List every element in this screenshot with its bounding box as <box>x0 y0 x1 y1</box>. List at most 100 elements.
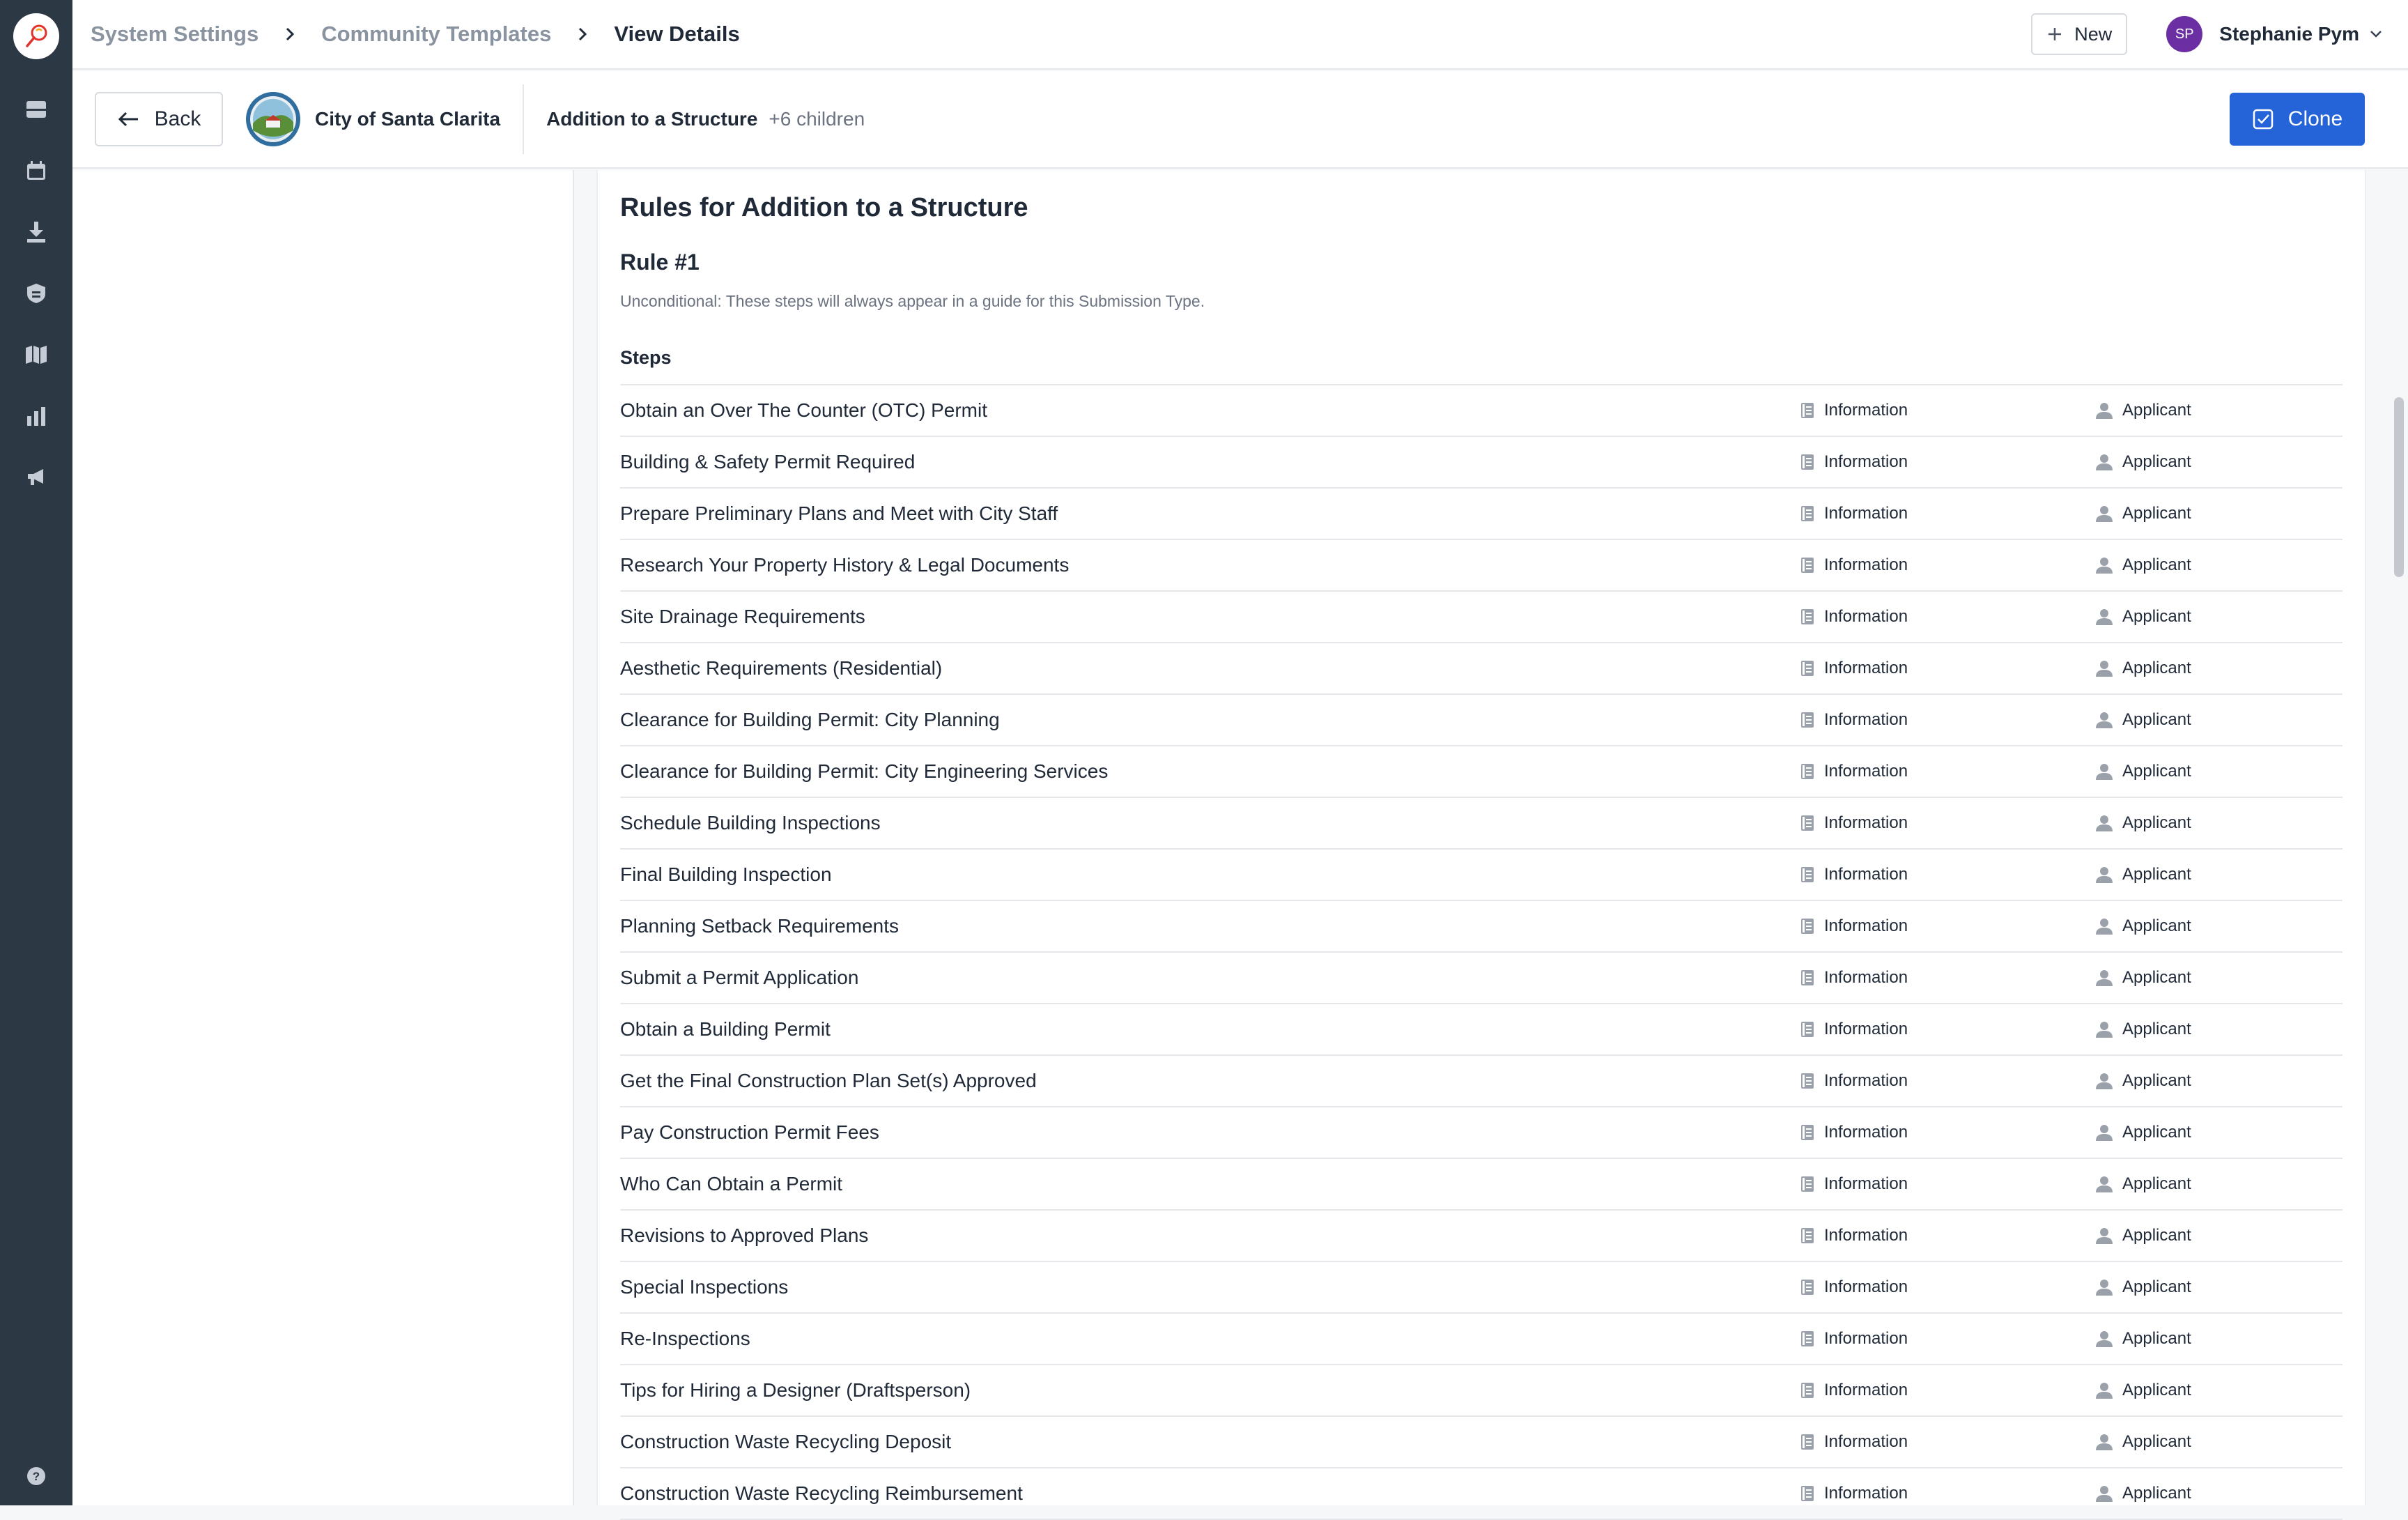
step-type-label: Information <box>1824 1329 1908 1349</box>
breadcrumb-community-templates[interactable]: Community Templates <box>321 22 551 47</box>
nav-announcements[interactable] <box>0 447 72 508</box>
step-row[interactable]: Special Inspections Information Applican… <box>620 1262 2343 1314</box>
step-name[interactable]: Site Drainage Requirements <box>620 606 865 628</box>
step-row[interactable]: Who Can Obtain a Permit Information Appl… <box>620 1159 2343 1211</box>
document-icon <box>1800 763 1814 780</box>
step-role: Applicant <box>2096 452 2191 472</box>
step-row[interactable]: Construction Waste Recycling Deposit Inf… <box>620 1417 2343 1468</box>
step-role: Applicant <box>2096 401 2191 420</box>
step-name[interactable]: Schedule Building Inspections <box>620 812 881 834</box>
avatar[interactable]: SP <box>2166 16 2202 52</box>
document-icon <box>1800 1227 1814 1244</box>
step-name[interactable]: Clearance for Building Permit: City Engi… <box>620 760 1108 783</box>
chevron-down-icon[interactable] <box>2369 29 2383 39</box>
step-name[interactable]: Aesthetic Requirements (Residential) <box>620 657 942 680</box>
step-name[interactable]: Building & Safety Permit Required <box>620 451 915 473</box>
step-row[interactable]: Re-Inspections Information Applicant <box>620 1314 2343 1365</box>
step-type: Information <box>1800 1484 1908 1503</box>
logo-icon <box>21 21 52 52</box>
nav-inbox[interactable] <box>0 79 72 140</box>
city-seal-icon <box>245 91 301 147</box>
breadcrumb-system-settings[interactable]: System Settings <box>91 22 258 47</box>
step-row[interactable]: Tips for Hiring a Designer (Draftsperson… <box>620 1365 2343 1417</box>
step-type-label: Information <box>1824 659 1908 678</box>
step-name[interactable]: Pay Construction Permit Fees <box>620 1121 879 1144</box>
step-name[interactable]: Tips for Hiring a Designer (Draftsperson… <box>620 1379 971 1402</box>
step-name[interactable]: Who Can Obtain a Permit <box>620 1173 842 1195</box>
scrollbar-thumb[interactable] <box>2394 397 2404 577</box>
step-type-label: Information <box>1824 504 1908 523</box>
divider <box>523 84 524 154</box>
step-type-label: Information <box>1824 555 1908 575</box>
step-type-label: Information <box>1824 1020 1908 1039</box>
step-role: Applicant <box>2096 1432 2191 1452</box>
step-role-label: Applicant <box>2122 916 2191 936</box>
step-type-label: Information <box>1824 1174 1908 1194</box>
step-name[interactable]: Special Inspections <box>620 1276 788 1298</box>
nav-calendar[interactable] <box>0 140 72 201</box>
step-row[interactable]: Submit a Permit Application Information … <box>620 953 2343 1004</box>
children-count[interactable]: +6 children <box>769 108 865 130</box>
step-row[interactable]: Schedule Building Inspections Informatio… <box>620 798 2343 850</box>
step-role-label: Applicant <box>2122 1071 2191 1091</box>
step-type-label: Information <box>1824 401 1908 420</box>
step-row[interactable]: Obtain a Building Permit Information App… <box>620 1004 2343 1056</box>
step-row[interactable]: Prepare Preliminary Plans and Meet with … <box>620 489 2343 540</box>
step-name[interactable]: Final Building Inspection <box>620 863 832 886</box>
step-row[interactable]: Final Building Inspection Information Ap… <box>620 850 2343 901</box>
document-icon <box>1800 1382 1814 1399</box>
nav-map[interactable] <box>0 324 72 385</box>
step-name[interactable]: Clearance for Building Permit: City Plan… <box>620 709 1000 731</box>
step-row[interactable]: Research Your Property History & Legal D… <box>620 540 2343 592</box>
app-logo[interactable] <box>13 13 59 59</box>
step-role: Applicant <box>2096 1123 2191 1142</box>
document-icon <box>1800 1021 1814 1038</box>
step-row[interactable]: Planning Setback Requirements Informatio… <box>620 901 2343 953</box>
step-row[interactable]: Construction Waste Recycling Reimburseme… <box>620 1468 2343 1520</box>
step-name[interactable]: Research Your Property History & Legal D… <box>620 554 1069 576</box>
nav-reports[interactable] <box>0 385 72 447</box>
rule-description: Unconditional: These steps will always a… <box>620 292 2343 311</box>
step-row[interactable]: Building & Safety Permit Required Inform… <box>620 437 2343 489</box>
step-name[interactable]: Get the Final Construction Plan Set(s) A… <box>620 1070 1037 1092</box>
step-role-label: Applicant <box>2122 659 2191 678</box>
step-name[interactable]: Obtain an Over The Counter (OTC) Permit <box>620 399 987 422</box>
step-name[interactable]: Construction Waste Recycling Deposit <box>620 1431 951 1453</box>
help-button[interactable]: ? <box>0 1466 72 1486</box>
step-name[interactable]: Obtain a Building Permit <box>620 1018 831 1041</box>
step-role: Applicant <box>2096 607 2191 627</box>
step-role-label: Applicant <box>2122 1329 2191 1349</box>
submission-type-title: Addition to a Structure <box>546 108 757 130</box>
step-row[interactable]: Pay Construction Permit Fees Information… <box>620 1107 2343 1159</box>
step-type: Information <box>1800 710 1908 730</box>
step-name[interactable]: Construction Waste Recycling Reimburseme… <box>620 1482 1023 1505</box>
step-type-label: Information <box>1824 813 1908 833</box>
back-button[interactable]: Back <box>95 92 223 146</box>
clone-button[interactable]: Clone <box>2230 93 2365 146</box>
nav-permits[interactable] <box>0 263 72 324</box>
step-type-label: Information <box>1824 1381 1908 1400</box>
step-name[interactable]: Re-Inspections <box>620 1328 750 1350</box>
step-row[interactable]: Obtain an Over The Counter (OTC) Permit … <box>620 385 2343 437</box>
step-role: Applicant <box>2096 968 2191 988</box>
step-type-label: Information <box>1824 1277 1908 1297</box>
person-icon <box>2096 402 2113 419</box>
step-name[interactable]: Prepare Preliminary Plans and Meet with … <box>620 502 1058 525</box>
step-name[interactable]: Revisions to Approved Plans <box>620 1225 868 1247</box>
new-button[interactable]: New <box>2031 13 2127 55</box>
step-role: Applicant <box>2096 1020 2191 1039</box>
step-row[interactable]: Aesthetic Requirements (Residential) Inf… <box>620 643 2343 695</box>
user-name[interactable]: Stephanie Pym <box>2219 23 2359 45</box>
person-icon <box>2096 1330 2113 1347</box>
document-icon <box>1800 1073 1814 1089</box>
step-row[interactable]: Get the Final Construction Plan Set(s) A… <box>620 1056 2343 1107</box>
step-row[interactable]: Revisions to Approved Plans Information … <box>620 1211 2343 1262</box>
step-name[interactable]: Planning Setback Requirements <box>620 915 899 937</box>
step-type: Information <box>1800 1329 1908 1349</box>
nav-downloads[interactable] <box>0 201 72 263</box>
step-row[interactable]: Clearance for Building Permit: City Plan… <box>620 695 2343 746</box>
step-row[interactable]: Site Drainage Requirements Information A… <box>620 592 2343 643</box>
person-icon <box>2096 1382 2113 1399</box>
step-name[interactable]: Submit a Permit Application <box>620 967 858 989</box>
step-row[interactable]: Clearance for Building Permit: City Engi… <box>620 746 2343 798</box>
